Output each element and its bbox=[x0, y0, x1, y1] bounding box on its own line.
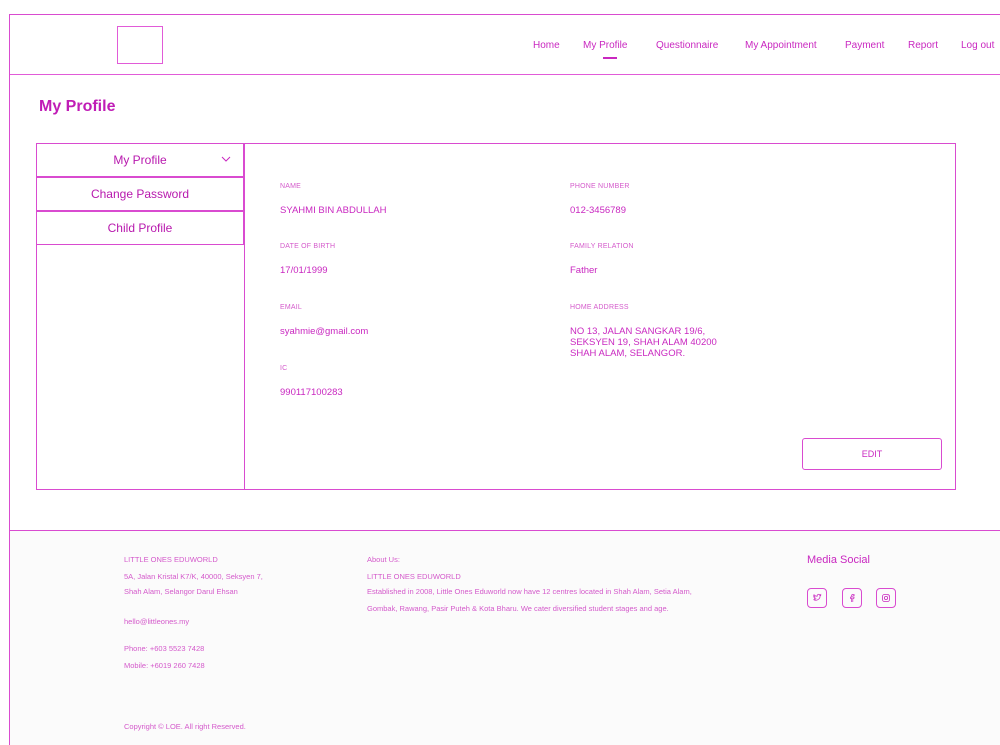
address-line: SEKSYEN 19, SHAH ALAM 40200 bbox=[570, 337, 717, 348]
sidebar-item-my-profile[interactable]: My Profile bbox=[36, 143, 244, 177]
facebook-icon bbox=[850, 594, 855, 602]
nav-home[interactable]: Home bbox=[533, 40, 560, 51]
nav-questionnaire[interactable]: Questionnaire bbox=[656, 40, 718, 51]
footer-mobile: Mobile: +6019 260 7428 bbox=[124, 661, 205, 670]
footer-address-line2: Shah Alam, Selangor Darul Ehsan bbox=[124, 587, 238, 596]
main-nav: Home My Profile Questionnaire My Appoint… bbox=[10, 39, 1000, 69]
sidebar-item-label: Child Profile bbox=[107, 221, 173, 235]
footer: LITTLE ONES EDUWORLD 5A, Jalan Kristal K… bbox=[10, 530, 1000, 745]
sidebar-item-child-profile[interactable]: Child Profile bbox=[36, 211, 244, 245]
phone-label: PHONE NUMBER bbox=[570, 183, 630, 190]
phone-value: 012-3456789 bbox=[570, 205, 626, 216]
facebook-button[interactable] bbox=[842, 588, 862, 608]
profile-card: My Profile Change Password Child Profile… bbox=[36, 143, 956, 490]
address-line: SHAH ALAM, SELANGOR. bbox=[570, 348, 686, 359]
sidebar-item-change-password[interactable]: Change Password bbox=[36, 177, 244, 211]
nav-logout[interactable]: Log out bbox=[961, 40, 994, 51]
email-value: syahmie@gmail.com bbox=[280, 326, 369, 337]
sidebar-item-label: Change Password bbox=[90, 187, 190, 201]
edit-button[interactable]: EDIT bbox=[802, 438, 942, 470]
dob-value: 17/01/1999 bbox=[280, 265, 328, 276]
nav-my-profile[interactable]: My Profile bbox=[583, 40, 627, 51]
ic-label: IC bbox=[280, 365, 288, 372]
relation-label: FAMILY RELATION bbox=[570, 243, 634, 250]
nav-active-indicator bbox=[603, 57, 617, 59]
nav-my-appointment[interactable]: My Appointment bbox=[745, 40, 817, 51]
dob-label: DATE OF BIRTH bbox=[280, 243, 336, 250]
page-title: My Profile bbox=[39, 98, 116, 115]
media-social-title: Media Social bbox=[807, 554, 870, 566]
name-value: SYAHMI BIN ABDULLAH bbox=[280, 205, 387, 216]
address-label: HOME ADDRESS bbox=[570, 304, 629, 311]
ic-value: 990117100283 bbox=[280, 387, 343, 398]
instagram-icon bbox=[882, 594, 890, 602]
footer-phone: Phone: +603 5523 7428 bbox=[124, 644, 205, 653]
twitter-icon bbox=[813, 593, 822, 601]
about-company: LITTLE ONES EDUWORLD bbox=[367, 572, 461, 581]
nav-payment[interactable]: Payment bbox=[845, 40, 884, 51]
footer-copyright: Copyright © LOE. All right Reserved. bbox=[124, 722, 246, 731]
address-line: NO 13, JALAN SANGKAR 19/6, bbox=[570, 326, 706, 337]
footer-email[interactable]: hello@littleones.my bbox=[124, 617, 189, 626]
address-value: NO 13, JALAN SANGKAR 19/6, SEKSYEN 19, S… bbox=[570, 326, 717, 359]
twitter-button[interactable] bbox=[807, 588, 827, 608]
top-header: Home My Profile Questionnaire My Appoint… bbox=[10, 15, 1000, 75]
chevron-down-icon bbox=[221, 156, 231, 162]
instagram-button[interactable] bbox=[876, 588, 896, 608]
nav-report[interactable]: Report bbox=[908, 40, 938, 51]
profile-sidebar: My Profile Change Password Child Profile bbox=[36, 143, 245, 489]
footer-company: LITTLE ONES EDUWORLD bbox=[124, 555, 218, 564]
footer-address-line1: 5A, Jalan Kristal K7/K, 40000, Seksyen 7… bbox=[124, 572, 263, 581]
about-title: About Us: bbox=[367, 555, 400, 564]
name-label: NAME bbox=[280, 183, 302, 190]
sidebar-item-label: My Profile bbox=[113, 153, 167, 167]
email-label: EMAIL bbox=[280, 304, 303, 311]
about-text-line2: Gombak, Rawang, Pasir Puteh & Kota Bharu… bbox=[367, 604, 669, 613]
about-text-line1: Established in 2008, Little Ones Eduworl… bbox=[367, 587, 692, 596]
relation-value: Father bbox=[570, 265, 598, 276]
